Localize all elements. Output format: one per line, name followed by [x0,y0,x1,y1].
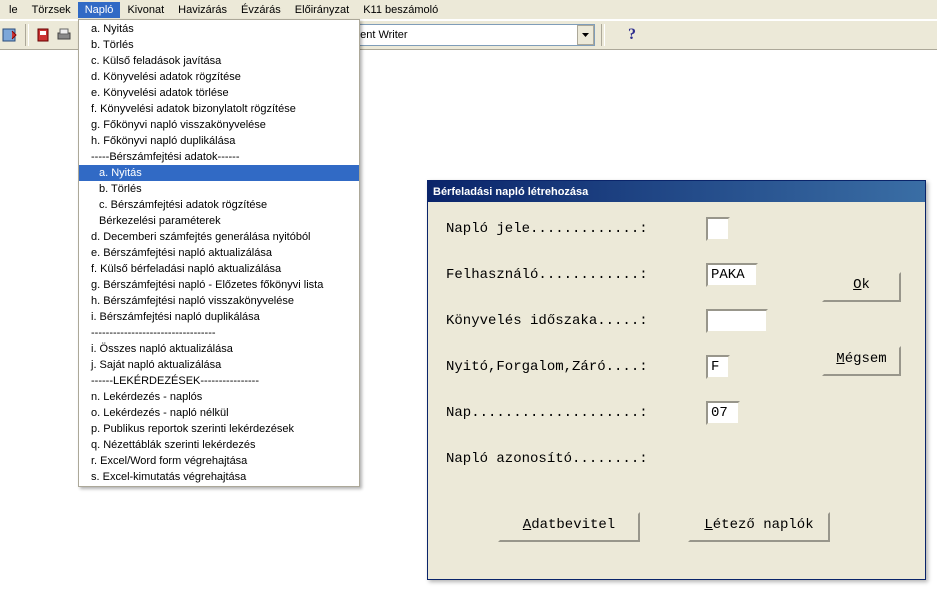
dropdown-item-4[interactable]: e. Könyvelési adatok törlése [79,85,359,101]
dropdown-item-12[interactable]: Bérkezelési paraméterek [79,213,359,229]
dialog-body: Napló jele.............: Felhasználó....… [428,202,925,510]
dropdown-item-6[interactable]: g. Főkönyvi napló visszakönyvelése [79,117,359,133]
menubar: le Törzsek Napló Kivonat Havizárás Évzár… [0,0,937,20]
printer-combo[interactable]: nent Writer [350,24,595,46]
dropdown-item-21[interactable]: j. Saját napló aktualizálása [79,357,359,373]
label-nap: Nap....................: [446,405,706,421]
dropdown-item-3[interactable]: d. Könyvelési adatok rögzítése [79,69,359,85]
dialog-title: Bérfeladási napló létrehozása [428,181,925,202]
dropdown-item-14[interactable]: e. Bérszámfejtési napló aktualizálása [79,245,359,261]
toolbar-icon-1[interactable] [2,27,18,43]
dropdown-item-8[interactable]: -----Bérszámfejtési adatok------ [79,149,359,165]
dropdown-item-16[interactable]: g. Bérszámfejtési napló - Előzetes főkön… [79,277,359,293]
label-felhasznalo: Felhasználó............: [446,267,706,283]
dropdown-item-20[interactable]: i. Összes napló aktualizálása [79,341,359,357]
dropdown-item-24[interactable]: o. Lekérdezés - napló nélkül [79,405,359,421]
help-icon[interactable]: ? [628,26,636,44]
dropdown-item-22[interactable]: ------LEKÉRDEZÉSEK---------------- [79,373,359,389]
dropdown-item-23[interactable]: n. Lekérdezés - naplós [79,389,359,405]
letezo-naplok-button[interactable]: Létező naplók [688,512,830,542]
menubar-item-naplo[interactable]: Napló [78,2,121,18]
label-konyveles-idoszaka: Könyvelés időszaka.....: [446,313,706,329]
dropdown-item-19[interactable]: ---------------------------------- [79,325,359,341]
dropdown-item-2[interactable]: c. Külső feladások javítása [79,53,359,69]
dropdown-item-13[interactable]: d. Decemberi számfejtés generálása nyitó… [79,229,359,245]
toolbar-combo-wrap: nent Writer ? [350,24,636,46]
dropdown-item-5[interactable]: f. Könyvelési adatok bizonylatolt rögzít… [79,101,359,117]
input-nfz[interactable] [706,355,730,379]
menubar-item-evzaras[interactable]: Évzárás [234,2,288,18]
dropdown-item-27[interactable]: r. Excel/Word form végrehajtása [79,453,359,469]
menubar-item-havizaras[interactable]: Havizárás [171,2,234,18]
dropdown-item-9[interactable]: a. Nyitás [79,165,359,181]
dropdown-item-28[interactable]: s. Excel-kimutatás végrehajtása [79,469,359,485]
menubar-item-eloiranyzat[interactable]: Előirányzat [288,2,356,18]
menubar-item-k11[interactable]: K11 beszámoló [356,2,445,18]
menubar-item-le[interactable]: le [2,2,25,18]
book-icon[interactable] [36,27,52,43]
input-naplo-jele[interactable] [706,217,730,241]
label-nfz: Nyitó,Forgalom,Záró....: [446,359,706,375]
label-naplo-azonosito: Napló azonosító........: [446,451,706,467]
dropdown-item-0[interactable]: a. Nyitás [79,21,359,37]
toolbar-separator [25,24,29,46]
dialog-berfeladasi: Bérfeladási napló létrehozása Napló jele… [427,180,926,580]
printer-icon[interactable] [56,27,72,43]
toolbar-separator-2 [601,24,605,46]
menubar-item-kivonat[interactable]: Kivonat [120,2,171,18]
input-konyveles-idoszaka[interactable] [706,309,768,333]
dropdown-item-1[interactable]: b. Törlés [79,37,359,53]
naplo-dropdown: a. Nyitásb. Törlésc. Külső feladások jav… [78,19,360,487]
chevron-down-icon[interactable] [577,25,594,45]
dropdown-item-26[interactable]: q. Nézettáblák szerinti lekérdezés [79,437,359,453]
label-naplo-jele: Napló jele.............: [446,221,706,237]
menubar-item-torzsek[interactable]: Törzsek [25,2,78,18]
dropdown-item-7[interactable]: h. Főkönyvi napló duplikálása [79,133,359,149]
input-felhasznalo[interactable] [706,263,758,287]
dropdown-item-11[interactable]: c. Bérszámfejtési adatok rögzítése [79,197,359,213]
ok-button[interactable]: Ok [822,272,901,302]
dropdown-item-25[interactable]: p. Publikus reportok szerinti lekérdezés… [79,421,359,437]
dropdown-item-17[interactable]: h. Bérszámfejtési napló visszakönyvelése [79,293,359,309]
input-nap[interactable] [706,401,740,425]
printer-combo-value: nent Writer [354,29,408,41]
dropdown-item-10[interactable]: b. Törlés [79,181,359,197]
dropdown-item-15[interactable]: f. Külső bérfeladási napló aktualizálása [79,261,359,277]
cancel-button[interactable]: Mégsem [822,346,901,376]
dropdown-item-18[interactable]: i. Bérszámfejtési napló duplikálása [79,309,359,325]
adatbevitel-button[interactable]: Adatbevitel [498,512,640,542]
